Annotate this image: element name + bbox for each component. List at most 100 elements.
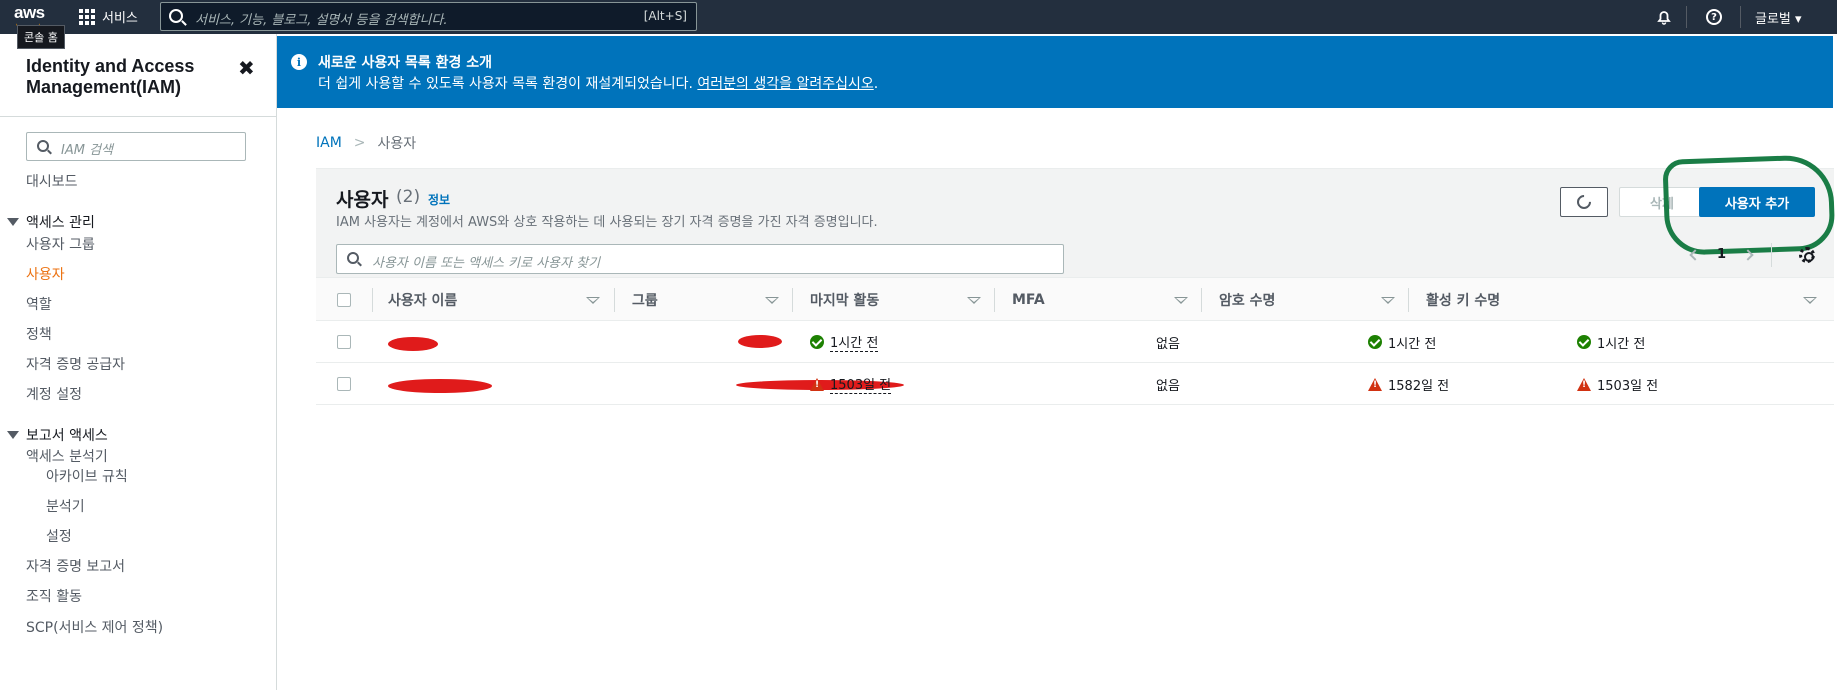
notifications-button[interactable] <box>1653 0 1675 34</box>
table-row[interactable]: 1시간 전 없음 1시간 전 1시간 전 <box>316 321 1834 363</box>
iam-search-input[interactable]: IAM 검색 <box>26 132 246 161</box>
check-circle-icon <box>810 335 824 349</box>
column-separator <box>792 288 793 312</box>
row-checkbox[interactable] <box>337 377 351 391</box>
last-activity-cell: 1시간 전 <box>810 321 879 363</box>
select-all-checkbox[interactable] <box>337 293 351 307</box>
sidebar-item-identity-providers[interactable]: 자격 증명 공급자 <box>26 354 125 374</box>
password-age-value: 1582일 전 <box>1388 378 1450 394</box>
sidebar-item-analyzers[interactable]: 분석기 <box>46 496 85 516</box>
sidebar-section-access-management[interactable]: 액세스 관리 <box>7 212 95 232</box>
user-search-input[interactable]: 사용자 이름 또는 액세스 키로 사용자 찾기 <box>336 244 1064 274</box>
sidebar-item-archive-rules[interactable]: 아카이브 규칙 <box>46 466 128 486</box>
pagination-separator <box>1771 243 1772 267</box>
sort-icon[interactable] <box>765 297 779 304</box>
column-header-password-age[interactable]: 암호 수명 <box>1219 278 1275 322</box>
sidebar-item-policies[interactable]: 정책 <box>26 324 52 344</box>
iam-sidebar: Identity and Access Management(IAM) ✖ IA… <box>0 34 277 690</box>
top-navigation: aws 콘솔 홈 서비스 서비스, 기능, 블로그, 설명서 등을 검색합니다.… <box>0 0 1837 49</box>
services-menu-button[interactable]: 서비스 <box>79 7 138 26</box>
sidebar-item-access-analyzer[interactable]: 액세스 분석기 <box>26 446 108 466</box>
sidebar-title: Identity and Access Management(IAM) <box>26 56 195 97</box>
last-activity-value[interactable]: 1시간 전 <box>830 332 879 352</box>
gear-icon[interactable] <box>1799 247 1815 263</box>
breadcrumb-users: 사용자 <box>377 136 417 152</box>
page-number[interactable]: 1 <box>1717 247 1726 262</box>
banner-message: 더 쉽게 사용할 수 있도록 사용자 목록 환경이 재설계되었습니다. <box>318 76 698 92</box>
sidebar-item-dashboard[interactable]: 대시보드 <box>26 171 78 191</box>
chevron-right-icon[interactable] <box>1742 248 1754 261</box>
key-age-cell: 1시간 전 <box>1577 321 1645 363</box>
redacted-group <box>738 335 782 348</box>
column-separator <box>372 288 373 312</box>
password-age-cell: 1582일 전 <box>1368 363 1449 405</box>
sort-icon[interactable] <box>586 297 600 304</box>
check-circle-icon <box>1368 335 1382 349</box>
mfa-cell: 없음 <box>1156 378 1180 394</box>
global-search-input[interactable]: 서비스, 기능, 블로그, 설명서 등을 검색합니다. [Alt+S] <box>160 2 697 31</box>
section-label: 액세스 관리 <box>26 215 95 231</box>
sidebar-item-credential-report[interactable]: 자격 증명 보고서 <box>26 556 125 576</box>
sidebar-item-roles[interactable]: 역할 <box>26 294 52 314</box>
key-age-value: 1503일 전 <box>1597 378 1659 394</box>
sort-icon[interactable] <box>967 297 981 304</box>
info-link[interactable]: 정보 <box>428 191 450 208</box>
last-activity-cell: 1503일 전 <box>810 363 892 405</box>
help-button[interactable]: ? <box>1700 0 1728 34</box>
grid-icon <box>79 8 95 25</box>
sidebar-item-users[interactable]: 사용자 <box>26 264 65 284</box>
breadcrumb: IAM > 사용자 <box>316 133 416 153</box>
column-separator <box>614 288 615 312</box>
warning-icon <box>810 377 824 391</box>
services-label: 서비스 <box>102 11 138 26</box>
password-age-value: 1시간 전 <box>1388 336 1437 352</box>
warning-icon <box>1368 377 1382 391</box>
column-header-last-activity[interactable]: 마지막 활동 <box>810 278 879 322</box>
column-header-mfa[interactable]: MFA <box>1012 278 1045 322</box>
search-icon <box>169 9 183 23</box>
annotation-circle <box>1662 154 1836 256</box>
search-icon <box>37 140 49 152</box>
breadcrumb-iam[interactable]: IAM <box>316 135 342 151</box>
sidebar-item-user-groups[interactable]: 사용자 그룹 <box>26 234 95 254</box>
page-title: 사용자 <box>336 189 389 211</box>
users-table-header: 사용자 이름 그룹 마지막 활동 MFA 암호 수명 활성 키 수명 <box>316 277 1834 321</box>
caret-down-icon <box>7 218 19 226</box>
column-header-groups[interactable]: 그룹 <box>632 278 658 322</box>
last-activity-value[interactable]: 1503일 전 <box>830 374 892 394</box>
info-banner: i 새로운 사용자 목록 환경 소개 더 쉽게 사용할 수 있도록 사용자 목록… <box>277 36 1833 108</box>
row-checkbox[interactable] <box>337 335 351 349</box>
close-icon[interactable]: ✖ <box>238 56 255 80</box>
banner-title: 새로운 사용자 목록 환경 소개 <box>318 55 493 71</box>
refresh-button[interactable] <box>1560 187 1608 217</box>
search-icon <box>347 252 359 264</box>
caret-down-icon <box>7 431 19 439</box>
redacted-username <box>388 379 492 393</box>
sidebar-item-analyzer-settings[interactable]: 설정 <box>46 526 72 546</box>
chevron-right-icon: > <box>353 135 366 151</box>
feedback-link[interactable]: 여러분의 생각을 알려주십시오 <box>697 76 873 92</box>
region-selector[interactable]: 글로벌 ▾ <box>1755 0 1802 34</box>
chevron-left-icon[interactable] <box>1689 248 1701 261</box>
aws-logo[interactable]: aws <box>14 3 45 23</box>
sort-icon[interactable] <box>1174 297 1188 304</box>
help-icon: ? <box>1706 9 1722 25</box>
sort-icon[interactable] <box>1381 297 1395 304</box>
console-home-tooltip: 콘솔 홈 <box>17 25 65 49</box>
table-row[interactable]: 1503일 전 없음 1582일 전 1503일 전 <box>316 363 1834 405</box>
banner-text: 더 쉽게 사용할 수 있도록 사용자 목록 환경이 재설계되었습니다. 여러분의… <box>318 73 878 93</box>
column-header-username[interactable]: 사용자 이름 <box>388 278 457 322</box>
sidebar-section-access-reports[interactable]: 보고서 액세스 <box>7 425 108 445</box>
key-age-cell: 1503일 전 <box>1577 363 1658 405</box>
sidebar-divider <box>0 116 276 117</box>
pagination: 1 <box>1689 247 1754 262</box>
sidebar-item-account-settings[interactable]: 계정 설정 <box>26 384 82 404</box>
sidebar-item-scp[interactable]: SCP(서비스 제어 정책) <box>26 617 163 637</box>
column-header-active-key-age[interactable]: 활성 키 수명 <box>1426 278 1500 322</box>
column-separator <box>1201 288 1202 312</box>
sort-icon[interactable] <box>1803 297 1817 304</box>
warning-icon <box>1577 377 1591 391</box>
redacted-username <box>388 337 438 351</box>
sidebar-item-organization-activity[interactable]: 조직 활동 <box>26 586 82 606</box>
section-label: 보고서 액세스 <box>26 428 108 444</box>
